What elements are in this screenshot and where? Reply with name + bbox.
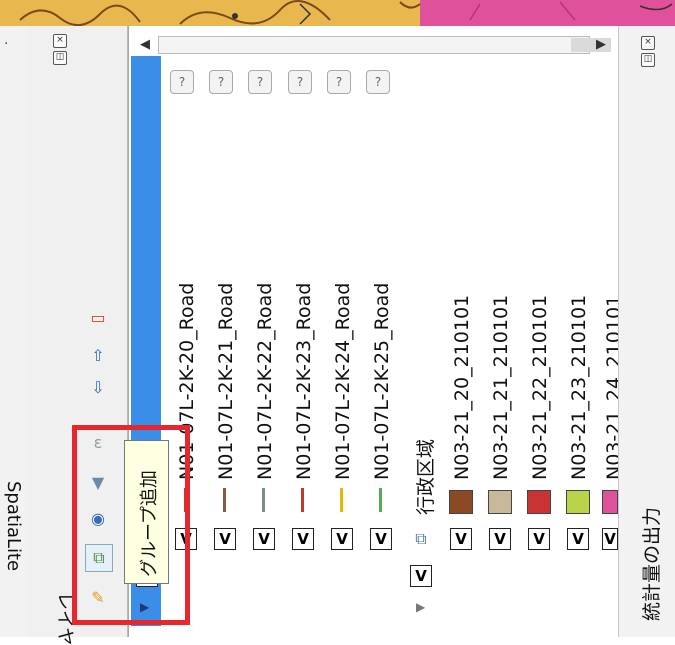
- layer-name[interactable]: N01-07L-2K-25_Road: [371, 283, 393, 480]
- fill-symbol: [602, 490, 618, 514]
- dock-buttons: × ◫: [53, 34, 67, 65]
- layer-name[interactable]: N01-07L-2K-21_Road: [215, 283, 237, 480]
- scroll-track[interactable]: [158, 36, 611, 54]
- tooltip-text: グループ追加: [139, 470, 160, 577]
- tooltip: グループ追加: [124, 440, 169, 584]
- map-canvas[interactable]: [0, 0, 675, 26]
- layer-checkbox[interactable]: V: [331, 528, 353, 550]
- fill-symbol: [488, 490, 512, 514]
- horizontal-scrollbar[interactable]: ◀ ▶: [128, 36, 618, 54]
- fill-symbol: [527, 490, 551, 514]
- float-icon[interactable]: ◫: [53, 51, 67, 65]
- layer-name[interactable]: N03-21_24_210101: [603, 300, 618, 480]
- layer-name[interactable]: N03-21_21_210101: [490, 295, 512, 480]
- layer-name[interactable]: N01-07L-2K-22_Road: [254, 283, 276, 480]
- spatialite-panel-title: SpatiaLite: [3, 481, 24, 572]
- layer-checkbox[interactable]: V: [370, 528, 392, 550]
- scroll-left-arrow-icon[interactable]: ◀: [136, 36, 154, 54]
- left-panel-scroll-indicator: ·: [4, 36, 9, 52]
- layer-checkbox[interactable]: V: [450, 528, 472, 550]
- layer-checkbox[interactable]: V: [292, 528, 314, 550]
- layer-checkbox[interactable]: V: [489, 528, 511, 550]
- group-name[interactable]: 行政区域: [411, 439, 438, 515]
- layer-badge-icon[interactable]: ?: [327, 70, 351, 94]
- layer-name[interactable]: N03-21_23_210101: [568, 295, 590, 480]
- group-icon: ⧉: [415, 529, 427, 548]
- close-icon[interactable]: ×: [641, 36, 655, 50]
- remove-layer-icon[interactable]: ▭: [87, 306, 109, 328]
- layer-badge-icon[interactable]: ?: [366, 70, 390, 94]
- layer-badge-icon[interactable]: ?: [170, 70, 194, 94]
- layer-name[interactable]: N03-21_20_210101: [451, 295, 473, 480]
- line-symbol: [223, 488, 226, 512]
- line-symbol: [301, 488, 304, 512]
- stats-dock-buttons: × ◫: [641, 36, 655, 67]
- layer-checkbox[interactable]: V: [528, 528, 550, 550]
- layer-badge-icon[interactable]: ?: [288, 70, 312, 94]
- layer-name[interactable]: N01-07L-2K-24_Road: [332, 283, 354, 480]
- layer-name[interactable]: N01-07L-2K-23_Road: [293, 283, 315, 480]
- layer-checkbox[interactable]: V: [602, 528, 618, 550]
- move-up-icon[interactable]: ⇧: [87, 344, 109, 366]
- line-symbol: [379, 488, 382, 512]
- spatialite-panel: SpatiaLite ·: [0, 26, 28, 637]
- layer-name[interactable]: N03-21_22_210101: [529, 295, 551, 480]
- statistics-panel: × ◫ 統計量の出力: [618, 26, 675, 637]
- line-symbol: [262, 488, 265, 512]
- fill-symbol: [449, 490, 473, 514]
- fill-symbol: [566, 490, 590, 514]
- layer-name-clip: N03-21_24_210101: [600, 300, 618, 490]
- layer-badge-icon[interactable]: ?: [209, 70, 233, 94]
- scroll-right-arrow-icon[interactable]: ▶: [592, 36, 610, 54]
- layer-checkbox[interactable]: V: [567, 528, 589, 550]
- line-symbol: [340, 488, 343, 512]
- layer-checkbox[interactable]: V: [214, 528, 236, 550]
- move-down-icon[interactable]: ⇩: [87, 376, 109, 398]
- statistics-panel-title: 統計量の出力: [641, 506, 663, 621]
- close-icon[interactable]: ×: [53, 34, 67, 48]
- layer-badge-icon[interactable]: ?: [248, 70, 272, 94]
- layer-checkbox[interactable]: V: [253, 528, 275, 550]
- expand-arrow-icon[interactable]: ▶: [416, 600, 425, 614]
- group-checkbox[interactable]: V: [410, 565, 432, 587]
- float-icon[interactable]: ◫: [641, 53, 655, 67]
